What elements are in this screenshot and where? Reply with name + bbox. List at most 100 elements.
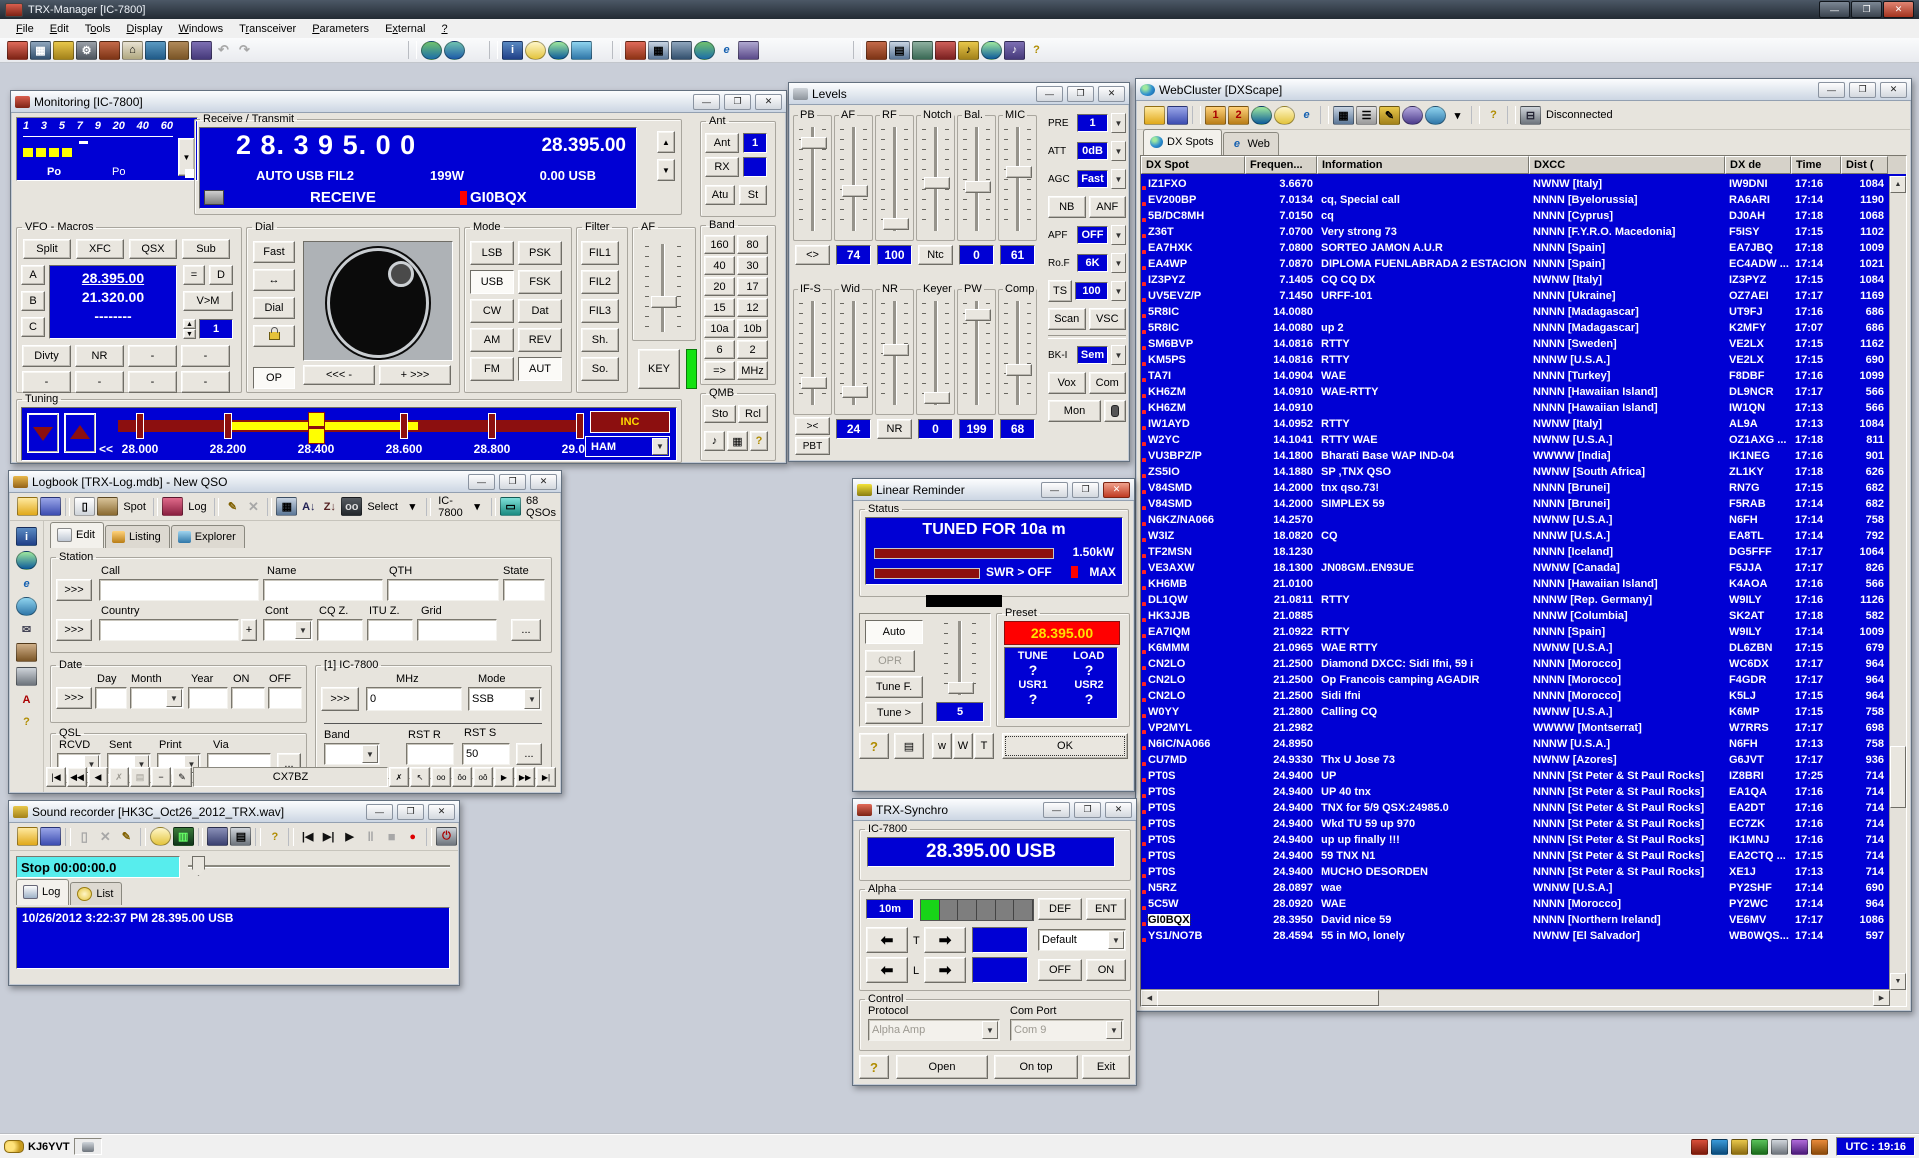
skip-back-button[interactable]: |◀: [298, 828, 317, 845]
monitoring-minimize-button[interactable]: —: [693, 94, 720, 110]
column-header-information[interactable]: Information: [1317, 156, 1529, 174]
spellcheck-icon[interactable]: A: [17, 691, 36, 708]
level-button-nr[interactable]: NR: [877, 419, 912, 439]
levels-mon-button[interactable]: Mon: [1048, 400, 1101, 422]
rst-s-field[interactable]: 50: [462, 743, 510, 765]
spot-callsign[interactable]: EA7IQM: [1148, 626, 1190, 638]
bus2-icon[interactable]: [866, 41, 887, 60]
new-qso-icon[interactable]: ▯: [74, 497, 95, 516]
nav-search-next-button[interactable]: oô: [473, 767, 493, 787]
levels-dropdown-button[interactable]: ▼: [1111, 225, 1126, 245]
dx-spot-row[interactable]: PT0S24.9400UPNNNN [St Peter & St Paul Ro…: [1141, 768, 1890, 784]
name-field[interactable]: [263, 579, 383, 601]
spot-callsign[interactable]: W0YY: [1148, 706, 1179, 718]
vfo-button-XFC[interactable]: XFC: [76, 239, 124, 259]
keyboard-icon[interactable]: [168, 41, 189, 60]
af-slider-thumb[interactable]: [651, 296, 677, 308]
linear-minimize-button[interactable]: —: [1041, 482, 1068, 498]
dx-spot-row[interactable]: V84SMD14.2000SIMPLEX 59NNNN [Brunei]F5RA…: [1141, 496, 1890, 512]
rig2-icon[interactable]: [625, 41, 646, 60]
station-more-button[interactable]: ...: [511, 619, 541, 641]
memories-icon[interactable]: [53, 41, 74, 60]
tune-f-button[interactable]: Tune F.: [865, 676, 923, 698]
macro-button-blank0[interactable]: -: [22, 371, 71, 393]
slider-thumb-af[interactable]: [842, 185, 868, 197]
spot-callsign[interactable]: EA7HXK: [1148, 242, 1193, 254]
dx-spot-row[interactable]: W0YY21.2800Calling CQNWNW [U.S.A.]K6MP17…: [1141, 704, 1890, 720]
dx-spot-row[interactable]: CN2LO21.2500Sidi IfniNNNN [Morocco]K5LJ1…: [1141, 688, 1890, 704]
dx-spot-row[interactable]: PT0S24.940059 TNX N1NNNN [St Peter & St …: [1141, 848, 1890, 864]
preset-select[interactable]: Default▼: [1038, 929, 1126, 951]
country-plus-button[interactable]: +: [241, 619, 257, 641]
outline-view-icon[interactable]: ☰: [1356, 106, 1377, 125]
rig-icon[interactable]: [7, 41, 28, 60]
dx-spot-row[interactable]: W3IZ18.0820CQNNNW [U.S.A.]EA8TL17:14792: [1141, 528, 1890, 544]
open-folder-icon[interactable]: [17, 497, 38, 516]
dx-spot-row[interactable]: 5R8IC14.0080NNNN [Madagascar]UT9FJ17:166…: [1141, 304, 1890, 320]
macro-button-blank2[interactable]: -: [128, 345, 177, 367]
record-button[interactable]: ●: [403, 828, 422, 845]
skip-forward-button[interactable]: ▶|: [319, 828, 338, 845]
properties-icon[interactable]: ▤: [230, 827, 251, 846]
recorder-maximize-button[interactable]: ❐: [397, 804, 424, 820]
dx-spot-row[interactable]: V84SMD14.2000tnx qso.73!NNNN [Brunei]RN7…: [1141, 480, 1890, 496]
globe3-icon[interactable]: [981, 41, 1002, 60]
slider-af[interactable]: [837, 124, 870, 234]
spot-callsign[interactable]: CN2LO: [1148, 690, 1185, 702]
save-icon[interactable]: [1167, 106, 1188, 125]
menu-external[interactable]: External: [377, 21, 433, 37]
dx-spot-row[interactable]: N6KZ/NA06614.2570NWNW [U.S.A.]N6FH17:147…: [1141, 512, 1890, 528]
nav-last-button[interactable]: ▶|: [536, 767, 556, 787]
dx-spot-row[interactable]: K6MMM21.0965WAE RTTYNWNW [U.S.A.]DL6ZBN1…: [1141, 640, 1890, 656]
open-folder-icon[interactable]: [17, 827, 38, 846]
help-icon[interactable]: ?: [1484, 107, 1503, 124]
undo-icon[interactable]: ↶: [214, 42, 233, 59]
month-dropdown-button[interactable]: ▼: [166, 689, 182, 707]
vfo-c-button[interactable]: C: [21, 317, 45, 337]
band-40-button[interactable]: 40: [704, 256, 735, 275]
slider-rf[interactable]: [878, 124, 911, 234]
recorder-close-button[interactable]: ✕: [428, 804, 455, 820]
edit-tools-icon[interactable]: ✎: [1379, 106, 1400, 125]
nav-fast-back-button[interactable]: ◀◀: [67, 767, 87, 787]
spot-callsign[interactable]: TF2MSN: [1148, 546, 1192, 558]
logbook-close-button[interactable]: ✕: [530, 474, 557, 490]
levels-dropdown-button[interactable]: ▼: [1111, 345, 1126, 365]
open-button[interactable]: Open: [896, 1055, 988, 1079]
grid-field[interactable]: [417, 619, 497, 641]
spot-callsign[interactable]: KH6ZM: [1148, 402, 1186, 414]
macro-button-blank3[interactable]: -: [181, 345, 230, 367]
delete-icon[interactable]: ✕: [244, 498, 263, 515]
def-button[interactable]: DEF: [1038, 898, 1082, 920]
dx-spot-row[interactable]: W2YC14.1041RTTY WAENWNW [U.S.A.]OZ1AXG .…: [1141, 432, 1890, 448]
column-header-dxspot[interactable]: DX Spot: [1141, 156, 1245, 174]
play-button[interactable]: ▶: [340, 828, 359, 845]
linear-maximize-button[interactable]: ❐: [1072, 482, 1099, 498]
nav-cancel-button[interactable]: ✗: [109, 767, 129, 787]
vfo-d-button[interactable]: D: [209, 265, 233, 285]
band-6-button[interactable]: 6: [704, 340, 735, 359]
map-icon[interactable]: [571, 41, 592, 60]
spot-callsign[interactable]: 5C5W: [1148, 898, 1179, 910]
memory-down-button[interactable]: ▼: [183, 329, 196, 339]
spot-callsign[interactable]: KH6ZM: [1148, 386, 1186, 398]
tray-icon-1[interactable]: [1691, 1139, 1708, 1155]
spot-callsign[interactable]: Z36T: [1148, 226, 1174, 238]
ituz-field[interactable]: [367, 619, 413, 641]
atu-button[interactable]: Atu: [705, 185, 735, 205]
spot-callsign[interactable]: KM5PS: [1148, 354, 1186, 366]
linear-slider[interactable]: [938, 618, 982, 698]
filter-fil3-button[interactable]: FIL3: [581, 299, 619, 323]
help-icon[interactable]: ?: [265, 828, 284, 845]
slider-thumb-mic[interactable]: [1006, 166, 1032, 178]
dx-spot-row[interactable]: TF2MSN18.1230NNNN [Iceland]DG5FFF17:1710…: [1141, 544, 1890, 560]
filter-fil1-button[interactable]: FIL1: [581, 241, 619, 265]
slider-thumb-pw[interactable]: [965, 309, 991, 321]
maximize-button[interactable]: ❐: [1851, 1, 1882, 18]
dx-spot-row[interactable]: IZ3PYZ7.1405CQ CQ DXNWNW [Italy]IZ3PYZ17…: [1141, 272, 1890, 288]
log-book-icon[interactable]: [162, 497, 183, 516]
save-icon[interactable]: [40, 827, 61, 846]
levels-anf-button[interactable]: ANF: [1089, 196, 1127, 218]
spot-callsign[interactable]: V84SMD: [1148, 482, 1192, 494]
horizontal-scroll-thumb[interactable]: [1157, 990, 1379, 1006]
